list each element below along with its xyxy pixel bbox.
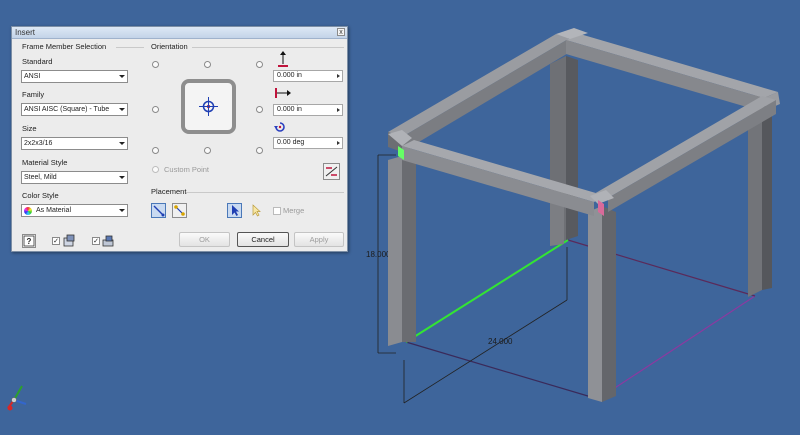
size-select[interactable]: 2x2x3/16 — [21, 137, 128, 150]
profile-preview — [181, 79, 236, 134]
merge-label: Merge — [283, 206, 305, 215]
horizontal-offset-icon — [275, 88, 291, 98]
chevron-down-icon — [119, 108, 125, 111]
material-style-label: Material Style — [22, 158, 68, 167]
rotation-input[interactable]: 0.00 deg — [273, 137, 343, 149]
chevron-down-icon — [119, 142, 125, 145]
help-icon: ? — [23, 235, 35, 247]
mirror-icon — [325, 166, 338, 177]
custom-point-radio[interactable] — [152, 166, 159, 173]
orientation-radio-top-center[interactable] — [204, 61, 211, 68]
rotation-value: 0.00 deg — [277, 139, 305, 146]
cancel-button[interactable]: Cancel — [237, 232, 289, 247]
ok-button[interactable]: OK — [179, 232, 230, 247]
svg-text:?: ? — [27, 237, 32, 246]
orientation-radio-top-left[interactable] — [152, 61, 159, 68]
cursor-outline-icon — [252, 204, 261, 217]
orientation-radio-bottom-right[interactable] — [256, 147, 263, 154]
select-other-button[interactable] — [248, 203, 263, 218]
orientation-radio-bottom-left[interactable] — [152, 147, 159, 154]
family-label: Family — [22, 90, 45, 99]
centroid-icon — [199, 97, 218, 116]
back-top-beam-left — [388, 34, 570, 152]
family-select[interactable]: ANSI AISC (Square) - Tube — [21, 103, 128, 116]
dialog-title: Insert — [15, 28, 36, 37]
orientation-label: Orientation — [151, 42, 188, 51]
orientation-radio-middle-left[interactable] — [152, 106, 159, 113]
preview-icon — [102, 235, 114, 247]
size-value: 2x2x3/16 — [24, 140, 53, 147]
group-divider — [192, 47, 344, 48]
frame-member-selection-label: Frame Member Selection — [22, 42, 107, 51]
select-edge-button[interactable] — [151, 203, 166, 218]
preview-checkbox[interactable]: ✓ — [92, 237, 100, 245]
edge-select-icon — [153, 205, 165, 217]
horizontal-offset-input[interactable]: 0.000 in — [273, 104, 343, 116]
spinner-arrow-icon[interactable] — [337, 141, 340, 145]
view-triad[interactable] — [7, 385, 27, 411]
orientation-radio-top-right[interactable] — [256, 61, 263, 68]
spinner-arrow-icon[interactable] — [337, 108, 340, 112]
select-points-button[interactable] — [172, 203, 187, 218]
cursor-arrow-icon — [232, 205, 239, 216]
chevron-down-icon — [119, 209, 125, 212]
back-top-beam-right — [566, 34, 778, 112]
selected-edge — [405, 239, 569, 343]
family-value: ANSI AISC (Square) - Tube — [24, 106, 110, 113]
dialog-titlebar[interactable]: Insert x — [12, 27, 347, 39]
material-style-value: Steel, Mild — [24, 174, 57, 181]
vertical-offset-value: 0.000 in — [277, 72, 302, 79]
orientation-radio-middle-right[interactable] — [256, 106, 263, 113]
custom-point-label: Custom Point — [164, 165, 210, 174]
placement-label: Placement — [151, 187, 187, 196]
front-right-leg — [588, 206, 616, 402]
width-dimension-label: 24.000 — [488, 337, 513, 346]
group-divider — [116, 47, 144, 48]
height-dimension-label: 18.000 — [366, 250, 391, 259]
select-arrow-button[interactable] — [227, 203, 242, 218]
spinner-arrow-icon[interactable] — [337, 74, 340, 78]
close-button[interactable]: x — [337, 28, 345, 36]
size-label: Size — [22, 124, 37, 133]
front-left-leg — [388, 156, 416, 346]
vertical-offset-input[interactable]: 0.000 in — [273, 70, 343, 82]
color-style-value: As Material — [36, 207, 72, 214]
color-style-select[interactable]: As Material — [21, 204, 128, 217]
horizontal-offset-value: 0.000 in — [277, 106, 302, 113]
group-divider — [186, 192, 344, 193]
mirror-frame-member-button[interactable] — [323, 163, 340, 180]
color-style-label: Color Style — [22, 191, 59, 200]
material-style-select[interactable]: Steel, Mild — [21, 171, 128, 184]
standard-value: ANSI — [24, 73, 41, 80]
orientation-radio-bottom-center[interactable] — [204, 147, 211, 154]
points-select-icon — [174, 205, 185, 216]
chevron-down-icon — [119, 176, 125, 179]
chevron-down-icon — [119, 75, 125, 78]
insert-dialog: Insert x Frame Member Selection Standard… — [11, 26, 348, 252]
help-button[interactable]: ? — [22, 234, 36, 248]
rotation-icon — [274, 122, 285, 132]
merge-checkbox[interactable] — [273, 207, 281, 215]
apply-button[interactable]: Apply — [294, 232, 344, 247]
color-wheel-icon — [24, 207, 32, 215]
standard-label: Standard — [22, 57, 53, 66]
sketch-lines — [405, 239, 756, 400]
standard-select[interactable]: ANSI — [21, 70, 128, 83]
display-checkbox[interactable]: ✓ — [52, 237, 60, 245]
display-icon — [63, 234, 75, 247]
vertical-offset-icon — [278, 51, 288, 67]
